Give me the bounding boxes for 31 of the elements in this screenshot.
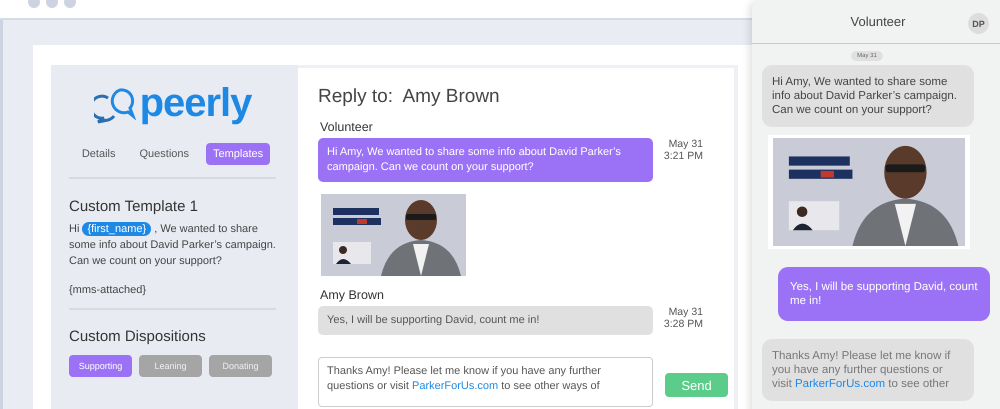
message-time: 3:28 PM [664, 318, 703, 330]
disposition-button[interactable]: Donating [209, 355, 272, 377]
avatar: DP [968, 13, 989, 34]
dispositions-title: Custom Dispositions [69, 328, 207, 345]
send-button[interactable]: Send [665, 373, 728, 397]
tab[interactable]: Templates [206, 143, 270, 165]
website-link[interactable]: ParkerForUs.com [412, 380, 498, 392]
sender-name: Volunteer [320, 120, 374, 134]
message-date: May 31 [668, 306, 703, 318]
tab[interactable]: Details [74, 143, 122, 165]
attachment-tag: {mms-attached} [69, 284, 276, 296]
message-bubble: Yes, I will be supporting David, count me in! [318, 306, 653, 335]
template-title: Custom Template 1 [69, 198, 199, 215]
chat-bubbles-icon [94, 86, 136, 126]
disposition-button[interactable]: Supporting [69, 355, 132, 377]
contact-name: Volunteer [850, 14, 906, 29]
reply-title: Reply to: Amy Brown [318, 86, 501, 108]
reply-field[interactable]: Thanks Amy! Please let me know if you have any further questions or visit ParkerForUs.com to see other ways of [318, 357, 653, 407]
message-bubble: Hi Amy, We wanted to share some info about David Parker’s campaign. Can we count on your support? [762, 65, 974, 127]
message-date: May 31 [668, 138, 703, 150]
tab[interactable]: Questions [132, 143, 196, 165]
message-bubble: Thanks Amy! Please let me know if you have any further questions or visit ParkerForUs.com to see other [762, 339, 974, 401]
placeholder-tag: {first_name} [82, 222, 152, 236]
logo-text: peerly [140, 82, 252, 127]
disposition-button[interactable]: Leaning [139, 355, 202, 377]
template-text: Hi {first_name} , We wanted to share some info about David Parker’s campaign. Can we count on your support? [69, 221, 276, 269]
message-time: 3:21 PM [664, 150, 703, 162]
message-bubble: Hi Amy, We wanted to share some info about David Parker’s campaign. Can we count on your support? [318, 138, 653, 182]
website-link[interactable]: ParkerForUs.com [795, 378, 886, 390]
message-bubble: Yes, I will be supporting David, count me in! [778, 267, 990, 321]
sender-name: Amy Brown [320, 288, 385, 302]
